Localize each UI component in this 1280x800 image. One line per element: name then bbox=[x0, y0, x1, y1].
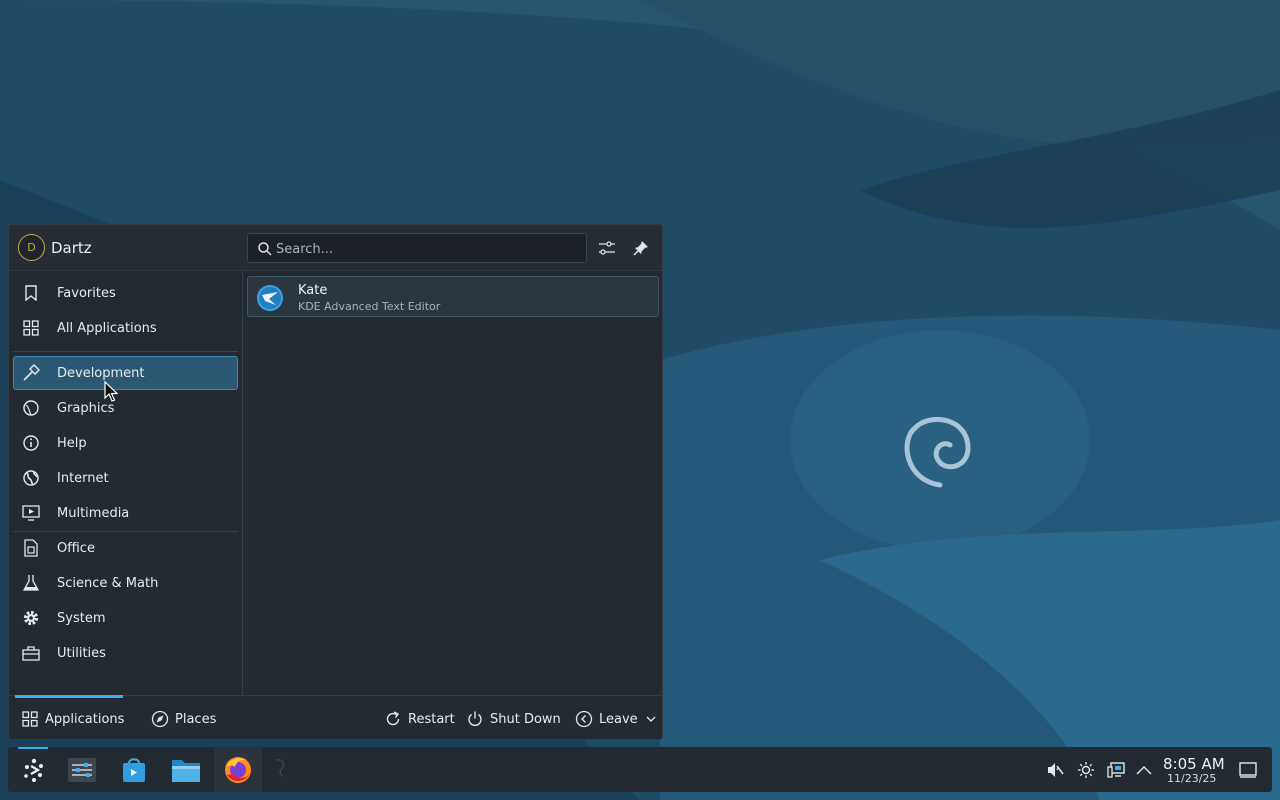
flask-icon bbox=[22, 574, 40, 592]
pin-button[interactable] bbox=[630, 237, 652, 259]
shutdown-button[interactable]: Shut Down bbox=[466, 708, 561, 730]
category-internet[interactable]: Internet bbox=[13, 461, 238, 495]
avatar[interactable]: D bbox=[18, 234, 45, 261]
system-settings-icon bbox=[68, 757, 96, 782]
username: Dartz bbox=[51, 239, 92, 257]
category-label: Internet bbox=[57, 470, 109, 486]
discover-icon bbox=[123, 757, 145, 782]
network-button[interactable] bbox=[1106, 760, 1126, 780]
brightness-button[interactable] bbox=[1076, 760, 1096, 780]
category-label: Help bbox=[57, 435, 87, 451]
power-icon bbox=[466, 710, 484, 728]
search-icon bbox=[258, 242, 272, 256]
restart-button[interactable]: Restart bbox=[384, 708, 455, 730]
show-desktop-button[interactable] bbox=[1238, 760, 1258, 780]
tab-label: Places bbox=[175, 711, 217, 727]
category-label: Science & Math bbox=[57, 575, 159, 591]
dolphin-icon bbox=[172, 759, 200, 782]
brightness-icon bbox=[1078, 762, 1094, 778]
category-all-applications[interactable]: All Applications bbox=[13, 311, 238, 345]
search-input[interactable] bbox=[276, 239, 576, 259]
handle-icon bbox=[275, 759, 285, 777]
mouse-cursor bbox=[104, 381, 118, 402]
restart-icon bbox=[384, 710, 402, 728]
category-favorites[interactable]: Favorites bbox=[13, 276, 238, 310]
tab-places[interactable]: Places bbox=[151, 708, 216, 730]
configure-icon bbox=[599, 241, 615, 255]
bookmark-icon bbox=[22, 284, 40, 302]
document-icon bbox=[22, 539, 40, 557]
category-label: Multimedia bbox=[57, 505, 130, 521]
taskbar: 8:05 AM 11/23/25 bbox=[8, 747, 1272, 792]
launcher-footer: Applications Places Restart Shut Down Le… bbox=[9, 695, 662, 739]
show-desktop-icon bbox=[1239, 762, 1257, 778]
category-development[interactable]: Development bbox=[13, 356, 238, 390]
discover-button[interactable] bbox=[110, 747, 158, 792]
hammer-icon bbox=[22, 364, 40, 382]
application-launcher: D Dartz Favorites All Applications Devel… bbox=[8, 224, 663, 740]
chevron-down-icon bbox=[646, 716, 656, 722]
toolbox-icon bbox=[22, 644, 40, 662]
category-office[interactable]: Office bbox=[13, 531, 238, 565]
compass-icon bbox=[151, 710, 169, 728]
configure-button[interactable] bbox=[596, 237, 618, 259]
dolphin-button[interactable] bbox=[162, 747, 210, 792]
media-icon bbox=[22, 504, 40, 522]
tab-applications[interactable]: Applications bbox=[21, 708, 124, 730]
app-launcher-button[interactable] bbox=[10, 747, 58, 792]
category-label: Utilities bbox=[57, 645, 106, 661]
active-tab-indicator bbox=[15, 695, 123, 698]
volume-button[interactable] bbox=[1045, 760, 1065, 780]
tab-label: Applications bbox=[45, 711, 125, 727]
pin-icon bbox=[633, 241, 648, 256]
category-label: Favorites bbox=[57, 285, 116, 301]
app-name: Kate bbox=[298, 283, 328, 298]
category-label: System bbox=[57, 610, 106, 626]
leave-button[interactable]: Leave bbox=[575, 708, 656, 730]
firefox-icon bbox=[225, 756, 251, 783]
leave-icon bbox=[575, 710, 593, 728]
kate-icon bbox=[257, 285, 283, 311]
clock-date[interactable]: 11/23/25 bbox=[1167, 772, 1216, 785]
grid-icon bbox=[22, 319, 40, 337]
clock-time[interactable]: 8:05 AM bbox=[1163, 755, 1225, 773]
globe-icon bbox=[22, 469, 40, 487]
category-sidebar: Favorites All Applications Development G… bbox=[9, 271, 243, 695]
app-description: KDE Advanced Text Editor bbox=[298, 300, 441, 313]
button-label: Restart bbox=[408, 711, 455, 727]
category-multimedia[interactable]: Multimedia bbox=[13, 496, 238, 530]
button-label: Leave bbox=[599, 711, 638, 727]
category-label: All Applications bbox=[57, 320, 157, 336]
category-system[interactable]: System bbox=[13, 601, 238, 635]
app-item-kate[interactable]: Kate KDE Advanced Text Editor bbox=[247, 276, 659, 317]
gear-icon bbox=[22, 609, 40, 627]
divider bbox=[13, 351, 238, 352]
category-label: Development bbox=[57, 365, 145, 381]
info-icon bbox=[22, 434, 40, 452]
category-help[interactable]: Help bbox=[13, 426, 238, 460]
category-graphics[interactable]: Graphics bbox=[13, 391, 238, 425]
tray-expand-button[interactable] bbox=[1134, 760, 1154, 780]
category-utilities[interactable]: Utilities bbox=[13, 636, 238, 670]
tray-expand-icon bbox=[1136, 766, 1152, 775]
search-field[interactable] bbox=[247, 233, 587, 263]
category-label: Office bbox=[57, 540, 95, 556]
firefox-button[interactable] bbox=[214, 747, 262, 792]
category-science-math[interactable]: Science & Math bbox=[13, 566, 238, 600]
grid-icon bbox=[21, 710, 39, 728]
network-icon bbox=[1107, 762, 1125, 778]
volume-muted-icon bbox=[1048, 763, 1064, 777]
palette-icon bbox=[22, 399, 40, 417]
system-settings-button[interactable] bbox=[58, 747, 106, 792]
kde-launcher-icon bbox=[24, 758, 43, 782]
button-label: Shut Down bbox=[490, 711, 561, 727]
launcher-header: D Dartz bbox=[9, 225, 662, 271]
